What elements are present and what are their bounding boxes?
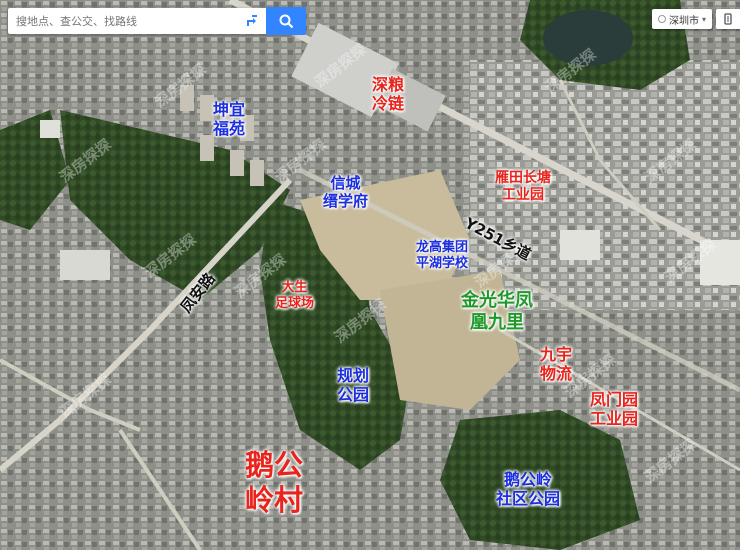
- search-icon: [279, 14, 293, 28]
- place-name: 凤门园 工业园: [590, 390, 639, 429]
- place-name: 大生 足球场: [275, 280, 315, 311]
- place-name: 坤宜 福苑: [213, 100, 246, 139]
- place-label-jinguang: 金光华凤 凰九里: [461, 290, 533, 333]
- place-label-fengmen: 凤门园 工业园: [590, 390, 638, 428]
- place-name: 规划 公园: [337, 366, 370, 405]
- search-button[interactable]: [266, 7, 306, 35]
- place-name: 雁田长塘 工业园: [495, 170, 551, 203]
- place-label-shenliang: 深粮 冷链: [372, 75, 404, 113]
- place-name: 深粮 冷链: [372, 75, 405, 114]
- place-label-egongling-village: 鹅公 岭村: [245, 448, 303, 518]
- search-bar: [8, 7, 306, 35]
- place-label-jiuyu: 九宇 物流: [540, 345, 572, 383]
- chevron-down-icon: ▾: [701, 14, 706, 24]
- route-button[interactable]: [238, 8, 266, 34]
- place-label-longgao: 龙高集团 平湖学校: [416, 240, 468, 271]
- place-label-yantian: 雁田长塘 工业园: [495, 170, 551, 204]
- place-label-xincheng: 信城 缙学府: [323, 174, 368, 210]
- place-name: 鹅公 岭村: [245, 448, 304, 517]
- city-name: 深圳市: [668, 15, 699, 27]
- toolbox-button[interactable]: [716, 9, 740, 29]
- city-dot-icon: [657, 15, 666, 23]
- place-name: 九宇 物流: [540, 345, 573, 384]
- search-input[interactable]: [8, 8, 240, 34]
- place-name: 信城 缙学府: [323, 174, 369, 210]
- place-label-guihua: 规划 公园: [337, 366, 369, 404]
- satellite-map[interactable]: [0, 0, 740, 550]
- toolbox-icon: [724, 13, 732, 25]
- place-name: 鹅公岭 社区公园: [496, 470, 561, 509]
- route-icon: [247, 15, 257, 26]
- place-label-egongling-park: 鹅公岭 社区公园: [496, 470, 560, 508]
- place-label-dasheng: 大生 足球场: [275, 280, 314, 311]
- place-name: 金光华凤 凰九里: [461, 290, 533, 333]
- place-label-kunyi: 坤宜 福苑: [213, 100, 245, 138]
- city-selector[interactable]: 深圳市 ▾: [652, 9, 712, 29]
- place-name: 龙高集团 平湖学校: [416, 240, 469, 271]
